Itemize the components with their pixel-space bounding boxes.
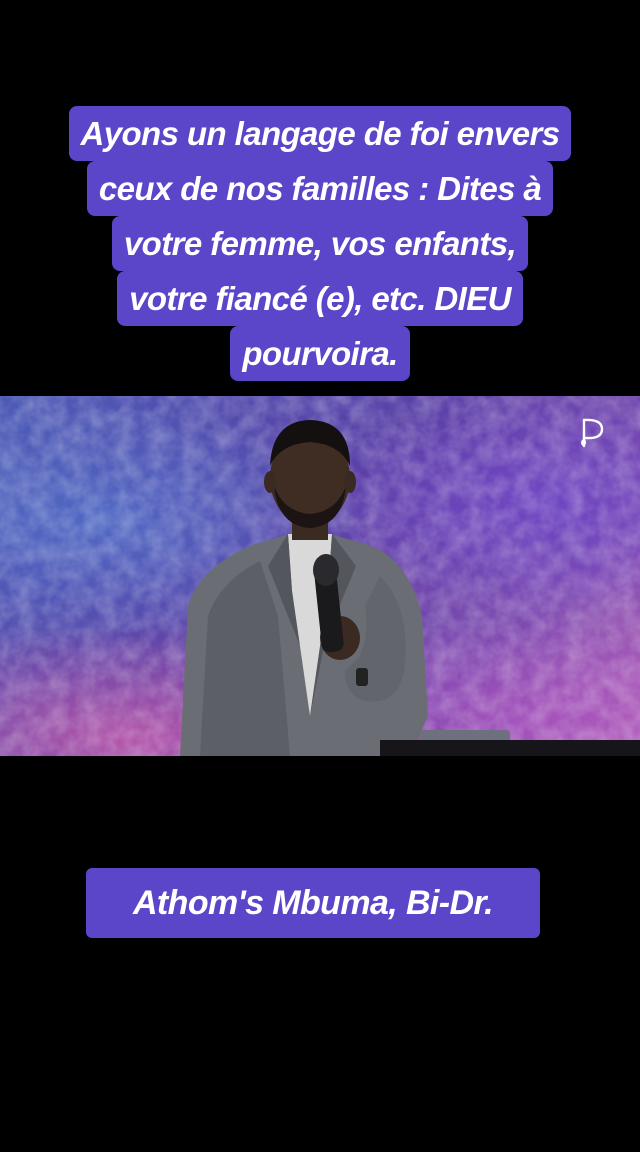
p-leaf-logo-icon — [581, 418, 604, 448]
caption-line-2: ceux de nos familles : Dites à — [86, 161, 554, 216]
video-frame[interactable] — [0, 396, 640, 756]
caption-line-1: Ayons un langage de foi envers — [68, 106, 572, 161]
caption-line-5: pourvoira. — [230, 326, 410, 381]
caption-line-3: votre femme, vos enfants, — [111, 216, 529, 271]
podium — [380, 740, 640, 756]
speaker-name-tag: Athom's Mbuma, Bi-Dr. — [86, 868, 540, 938]
caption-overlay: Ayons un langage de foi envers ceux de n… — [0, 106, 640, 381]
caption-line-4: votre fiancé (e), etc. DIEU — [117, 271, 523, 326]
speaker-figure — [180, 420, 428, 756]
